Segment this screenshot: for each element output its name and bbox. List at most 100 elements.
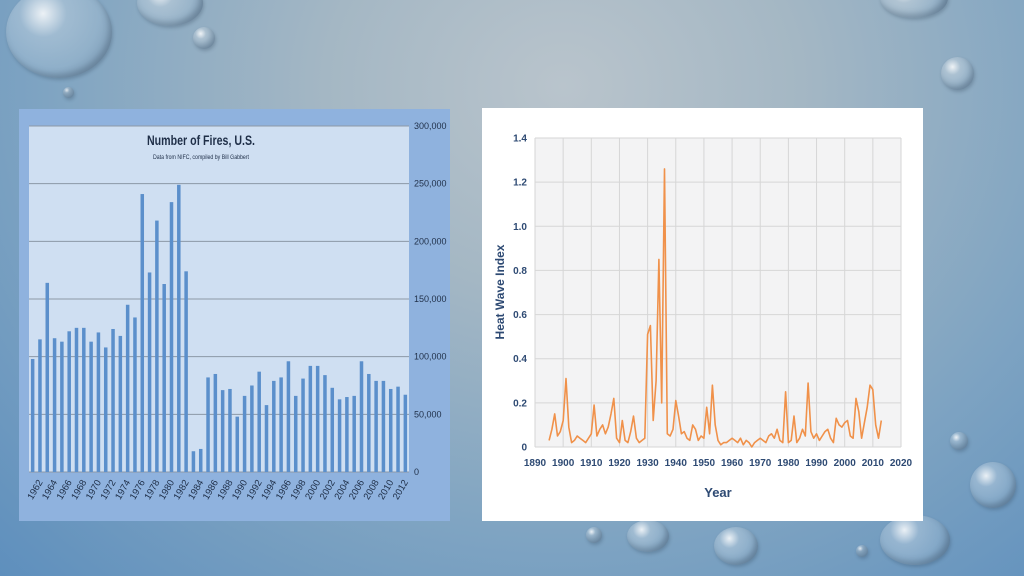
fires-bar: [82, 327, 86, 472]
fires-bar: [155, 220, 159, 472]
fires-bar: [293, 395, 298, 472]
fires-bar: [162, 284, 166, 472]
fires-bar: [388, 388, 393, 472]
fires-chart-title: Number of Fires, U.S.: [147, 132, 255, 148]
water-drop-decoration: [950, 432, 968, 450]
water-drop-decoration: [586, 527, 602, 543]
heat-x-tick-label: 1990: [805, 458, 828, 469]
heat-x-tick-label: 1960: [721, 458, 744, 469]
fires-bar: [184, 271, 188, 472]
water-drop-decoration: [880, 0, 948, 18]
fires-bar: [89, 341, 93, 472]
fires-bar: [367, 373, 371, 472]
fires-y-tick-label: 50,000: [414, 409, 442, 419]
fires-chart-subtitle: Data from NIFC, compiled by Bill Gabbert: [153, 154, 249, 161]
fires-bar: [272, 380, 276, 472]
heat-x-tick-label: 1900: [552, 458, 575, 469]
water-drop-decoration: [137, 0, 203, 26]
heat-y-tick-label: 1.2: [513, 178, 527, 189]
fires-bar: [337, 399, 342, 472]
heat-y-tick-label: 0.8: [513, 266, 527, 277]
water-drop-decoration: [880, 515, 950, 565]
fires-y-tick-label: 150,000: [414, 294, 447, 304]
fires-bar: [264, 405, 269, 472]
fires-y-tick-label: 300,000: [414, 121, 447, 131]
fires-bar: [352, 395, 356, 472]
water-drop-decoration: [627, 520, 669, 552]
fires-bar: [133, 317, 137, 472]
fires-bar: [286, 361, 291, 472]
fires-bar: [301, 378, 305, 472]
heat-plot-area: [535, 138, 901, 447]
fires-bar-chart: 0 50,000 100,000 150,000 200,000 250,000 300,0…: [25, 121, 447, 502]
heat-y-tick-label: 1.0: [513, 222, 527, 233]
fires-y-tick-label: 100,000: [414, 352, 447, 362]
fires-bar: [220, 390, 225, 472]
fires-bar: [359, 361, 364, 472]
fires-bar: [381, 380, 386, 472]
heat-x-tick-label: 1980: [777, 458, 800, 469]
water-drop-decoration: [193, 27, 215, 49]
fires-y-tick-label: 0: [414, 467, 419, 477]
water-drop-decoration: [970, 462, 1016, 508]
heat-x-tick-label: 2000: [834, 458, 857, 469]
heat-y-tick-label: 1.4: [513, 134, 527, 145]
water-drop-decoration: [63, 87, 74, 98]
fires-bar: [140, 194, 145, 472]
fires-bar: [118, 335, 123, 472]
fires-bar: [30, 358, 35, 472]
water-drop-decoration: [856, 545, 868, 557]
heat-x-tick-label: 1910: [580, 458, 603, 469]
heat-x-tick-label: 1930: [636, 458, 659, 469]
heat-x-tick-label: 1940: [665, 458, 688, 469]
fires-bar: [96, 332, 101, 472]
fires-bar: [74, 327, 79, 472]
fires-bar: [67, 331, 71, 472]
fires-bar: [111, 328, 115, 472]
heat-wave-chart-panel: 0 0.2 0.4 0.6 0.8 1.0 1.2 1.4 1890 1900 1910 1920 1…: [482, 108, 923, 521]
fires-bar: [206, 377, 210, 472]
fires-bar: [396, 386, 400, 472]
fires-bar: [374, 380, 378, 472]
fires-bar: [323, 375, 327, 472]
heat-x-axis-label: Year: [704, 485, 731, 500]
heat-y-axis-label: Heat Wave Index: [493, 244, 507, 339]
fires-bar: [250, 385, 254, 472]
fires-bar: [308, 365, 313, 472]
fires-bar: [403, 394, 408, 472]
fires-bar: [213, 373, 218, 472]
fires-bar: [242, 395, 247, 472]
heat-y-tick-label: 0.6: [513, 310, 527, 321]
fires-bar: [169, 202, 174, 472]
fires-bar: [60, 341, 64, 472]
fires-bar: [147, 272, 152, 472]
heat-y-tick-label: 0.4: [513, 354, 527, 365]
heat-x-tick-label: 1890: [524, 458, 547, 469]
fires-bar: [103, 347, 108, 472]
fires-bar: [235, 416, 240, 472]
fires-bar: [38, 339, 42, 472]
fires-bar: [330, 387, 335, 472]
fires-chart-panel: 0 50,000 100,000 150,000 200,000 250,000 300,0…: [19, 109, 450, 521]
fires-bar: [315, 365, 320, 472]
water-drop-decoration: [941, 57, 974, 90]
fires-bar: [45, 282, 50, 472]
heat-y-tick-label: 0: [521, 443, 527, 454]
water-drop-decoration: [6, 0, 112, 78]
fires-bar: [279, 377, 283, 472]
heat-x-tick-label: 1970: [749, 458, 772, 469]
heat-x-tick-label: 1920: [608, 458, 631, 469]
fires-bar: [125, 304, 130, 472]
fires-bar: [228, 388, 232, 472]
heat-x-tick-label: 2020: [890, 458, 913, 469]
fires-bar: [198, 448, 203, 472]
fires-bar: [345, 397, 349, 472]
fires-y-tick-label: 200,000: [414, 236, 447, 246]
fires-bar: [257, 371, 261, 472]
fires-bar: [177, 184, 181, 472]
heat-y-tick-label: 0.2: [513, 398, 527, 409]
water-drop-decoration: [714, 527, 758, 565]
heat-x-tick-label: 2010: [862, 458, 885, 469]
fires-bar: [52, 338, 57, 472]
fires-x-tick-label: 2012: [391, 478, 411, 502]
